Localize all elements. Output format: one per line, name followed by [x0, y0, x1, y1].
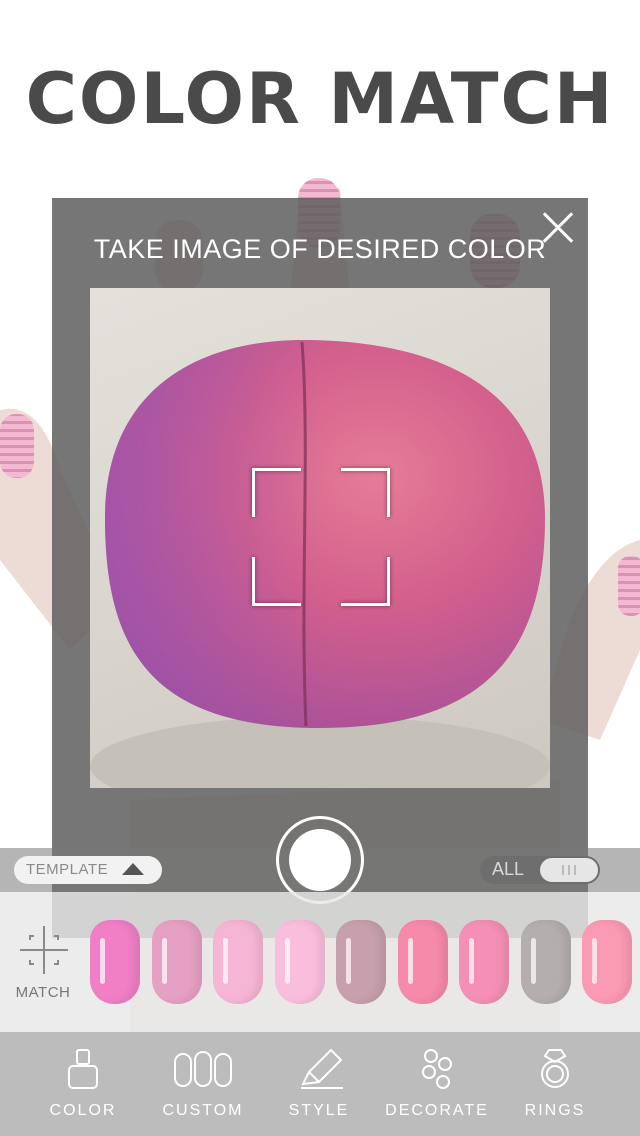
tab-label: STYLE: [288, 1102, 350, 1119]
swatch-shine: [100, 938, 105, 984]
tab-color[interactable]: COLOR: [28, 1048, 138, 1128]
swatch-shine: [408, 938, 413, 984]
nail-swatch[interactable]: [275, 920, 325, 1004]
page-title: COLOR MATCH: [25, 58, 615, 140]
gems-icon: [422, 1049, 452, 1089]
nail-swatch[interactable]: [90, 920, 140, 1004]
tab-label: DECORATE: [385, 1102, 489, 1119]
nail-swatch[interactable]: [152, 920, 202, 1004]
all-toggle[interactable]: ALL: [480, 856, 600, 884]
capture-instruction: TAKE IMAGE OF DESIRED COLOR: [93, 234, 547, 264]
nail-swatch[interactable]: [521, 920, 571, 1004]
tab-rings[interactable]: RINGS: [500, 1048, 610, 1128]
triangle-up-icon: [122, 863, 144, 875]
tab-decorate[interactable]: DECORATE: [382, 1048, 492, 1128]
swatch-shine: [162, 938, 167, 984]
nail-swatch[interactable]: [582, 920, 632, 1004]
nail-polish-icon: [68, 1049, 98, 1089]
tab-label: COLOR: [49, 1102, 117, 1119]
nail-swatch[interactable]: [213, 920, 263, 1004]
tab-custom[interactable]: CUSTOM: [148, 1048, 258, 1128]
nails-icon: [174, 1051, 232, 1087]
swatch-shine: [346, 938, 351, 984]
swatch-shine: [285, 938, 290, 984]
crosshair-icon: [20, 926, 68, 974]
ring-icon: [541, 1049, 569, 1088]
shutter-button[interactable]: [276, 816, 364, 904]
tab-label: RINGS: [524, 1102, 586, 1119]
tab-label: CUSTOM: [162, 1102, 244, 1119]
tab-style[interactable]: STYLE: [264, 1048, 374, 1128]
swatch-shine: [469, 938, 474, 984]
swatch-shine: [223, 938, 228, 984]
match-button[interactable]: MATCH: [10, 926, 76, 1006]
nail-swatch[interactable]: [459, 920, 509, 1004]
template-label: TEMPLATE: [26, 861, 109, 878]
nail-swatch[interactable]: [336, 920, 386, 1004]
all-label: ALL: [492, 859, 525, 879]
toggle-knob: [540, 858, 598, 882]
nail-swatch[interactable]: [398, 920, 448, 1004]
template-dropdown[interactable]: TEMPLATE: [14, 856, 162, 884]
focus-frame-icon: [252, 468, 390, 606]
match-label: MATCH: [15, 984, 71, 1001]
swatch-shine: [531, 938, 536, 984]
swatch-shine: [592, 938, 597, 984]
shutter-icon: [289, 829, 351, 891]
brush-icon: [301, 1048, 343, 1089]
